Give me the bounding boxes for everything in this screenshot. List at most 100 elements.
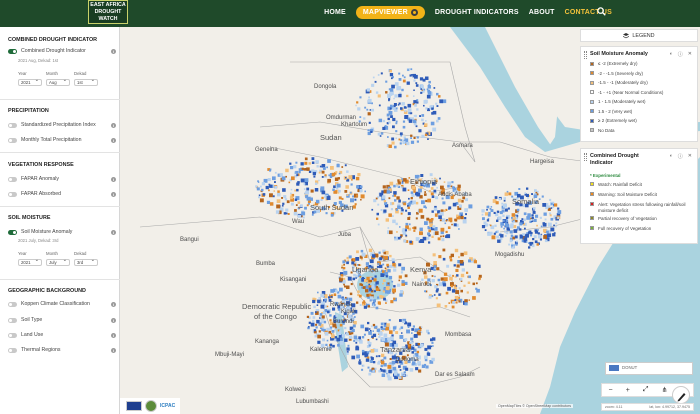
anomaly-cell	[318, 330, 321, 333]
anomaly-cell	[343, 270, 348, 275]
anomaly-cell	[431, 195, 435, 198]
anomaly-cell	[344, 190, 348, 193]
anomaly-cell	[385, 326, 389, 331]
close-icon[interactable]: ✕	[688, 153, 692, 160]
search-icon[interactable]	[597, 7, 606, 16]
nav-mapviewer[interactable]: MAPVIEWER	[355, 6, 425, 19]
anomaly-cell	[331, 330, 335, 333]
anomaly-cell	[282, 188, 286, 192]
cdi-month-select[interactable]: Aug	[46, 78, 70, 86]
anomaly-cell	[330, 326, 333, 329]
anomaly-cell	[352, 277, 356, 281]
anomaly-cell	[385, 290, 389, 294]
close-icon[interactable]: ✕	[688, 51, 692, 58]
anomaly-cell	[367, 305, 370, 308]
anomaly-cell	[516, 215, 519, 217]
map-label-khartoum: Khartoum	[341, 122, 368, 128]
anomaly-cell	[455, 268, 459, 272]
koppen-toggle[interactable]	[8, 301, 17, 307]
anomaly-cell	[481, 209, 485, 213]
info-icon[interactable]: i	[111, 332, 116, 338]
anomaly-cell	[420, 84, 423, 87]
spi-toggle[interactable]	[8, 122, 17, 128]
map-attribution[interactable]: OpenMapTiles © OpenStreetMap contributor…	[496, 404, 574, 408]
anomaly-cell	[528, 246, 531, 249]
anomaly-cell	[430, 345, 433, 348]
info-icon[interactable]: i	[111, 191, 116, 197]
anomaly-cell	[398, 275, 402, 279]
anomaly-cell	[346, 352, 349, 355]
legend-toggle-button[interactable]: LEGEND	[580, 29, 698, 42]
anomaly-cell	[398, 279, 401, 282]
site-logo[interactable]: EAST AFRICA DROUGHT WATCH	[88, 0, 128, 24]
anomaly-cell	[437, 117, 441, 120]
anomaly-cell	[389, 88, 394, 92]
basemap-switcher[interactable]: DONUT	[605, 362, 693, 375]
info-icon[interactable]: i	[111, 48, 116, 54]
soil-moisture-toggle[interactable]	[8, 229, 17, 235]
anomaly-cell	[404, 110, 407, 112]
info-icon[interactable]: i	[111, 301, 116, 307]
info-icon[interactable]: ⓘ	[678, 51, 683, 58]
fapar-absorbed-toggle[interactable]	[8, 191, 17, 197]
anomaly-cell	[384, 324, 387, 327]
soil-month-select[interactable]: July	[46, 258, 70, 266]
soil-dekad-select[interactable]: 3rd	[74, 258, 98, 266]
info-icon[interactable]: i	[111, 137, 116, 143]
map-label-rwanda: Rwanda	[330, 302, 353, 308]
anomaly-cell	[408, 202, 411, 205]
cdi-toggle[interactable]	[8, 48, 17, 54]
info-icon[interactable]: ⓘ	[678, 153, 683, 160]
anomaly-cell	[466, 271, 469, 274]
soil-moisture-legend-panel: Soil Moisture Anomaly ◐ ⓘ ✕ ≤ -2 (Extrem…	[580, 46, 698, 142]
anomaly-cell	[272, 195, 275, 198]
anomaly-cell	[347, 314, 352, 319]
dekad-label: Dekad	[74, 71, 87, 76]
anomaly-cell	[424, 193, 427, 196]
eu-flag-icon	[126, 401, 142, 411]
info-icon[interactable]: i	[111, 176, 116, 182]
anomaly-cell	[361, 252, 366, 257]
anomaly-cell	[447, 286, 451, 291]
anomaly-cell	[498, 216, 502, 220]
anomaly-cell	[436, 267, 440, 271]
nav-home[interactable]: HOME	[324, 9, 346, 16]
thermal-toggle[interactable]	[8, 347, 17, 353]
anomaly-cell	[345, 296, 347, 299]
legend-swatch	[590, 226, 594, 230]
share-button[interactable]: ⋔	[662, 386, 668, 394]
draw-tool-button[interactable]	[672, 386, 690, 404]
anomaly-cell	[438, 293, 441, 296]
anomaly-cell	[409, 368, 414, 372]
anomaly-cell	[431, 341, 434, 344]
cdi-dekad-select[interactable]: 1st	[74, 78, 98, 86]
drag-handle-icon[interactable]	[584, 51, 587, 59]
nav-drought-indicators[interactable]: DROUGHT INDICATORS	[435, 9, 519, 16]
anomaly-cell	[360, 324, 365, 329]
anomaly-cell	[258, 194, 261, 197]
anomaly-cell	[412, 200, 416, 205]
info-icon[interactable]: i	[111, 347, 116, 353]
soil-year-select[interactable]: 2021	[18, 258, 42, 266]
soil-type-toggle[interactable]	[8, 317, 17, 323]
cdi-year-select[interactable]: 2021	[18, 78, 42, 86]
zoom-in-button[interactable]: +	[626, 387, 630, 394]
opacity-icon[interactable]: ◐	[670, 153, 673, 160]
mtp-toggle[interactable]	[8, 137, 17, 143]
zoom-out-button[interactable]: −	[609, 387, 613, 394]
fapar-anomaly-toggle[interactable]	[8, 176, 17, 182]
anomaly-cell	[557, 216, 560, 219]
anomaly-cell	[385, 218, 389, 222]
anomaly-cell	[415, 84, 419, 87]
anomaly-cell	[420, 326, 423, 328]
land-use-toggle[interactable]	[8, 332, 17, 338]
fullscreen-button[interactable]: ⤢	[643, 386, 649, 394]
info-icon[interactable]: i	[111, 122, 116, 128]
soil-legend-title: Soil Moisture Anomaly	[590, 51, 648, 57]
info-icon[interactable]: i	[111, 317, 116, 323]
nav-about[interactable]: ABOUT	[529, 9, 555, 16]
anomaly-cell	[379, 135, 382, 137]
opacity-icon[interactable]: ◐	[670, 51, 673, 58]
info-icon[interactable]: i	[111, 229, 116, 235]
drag-handle-icon[interactable]	[584, 153, 587, 161]
